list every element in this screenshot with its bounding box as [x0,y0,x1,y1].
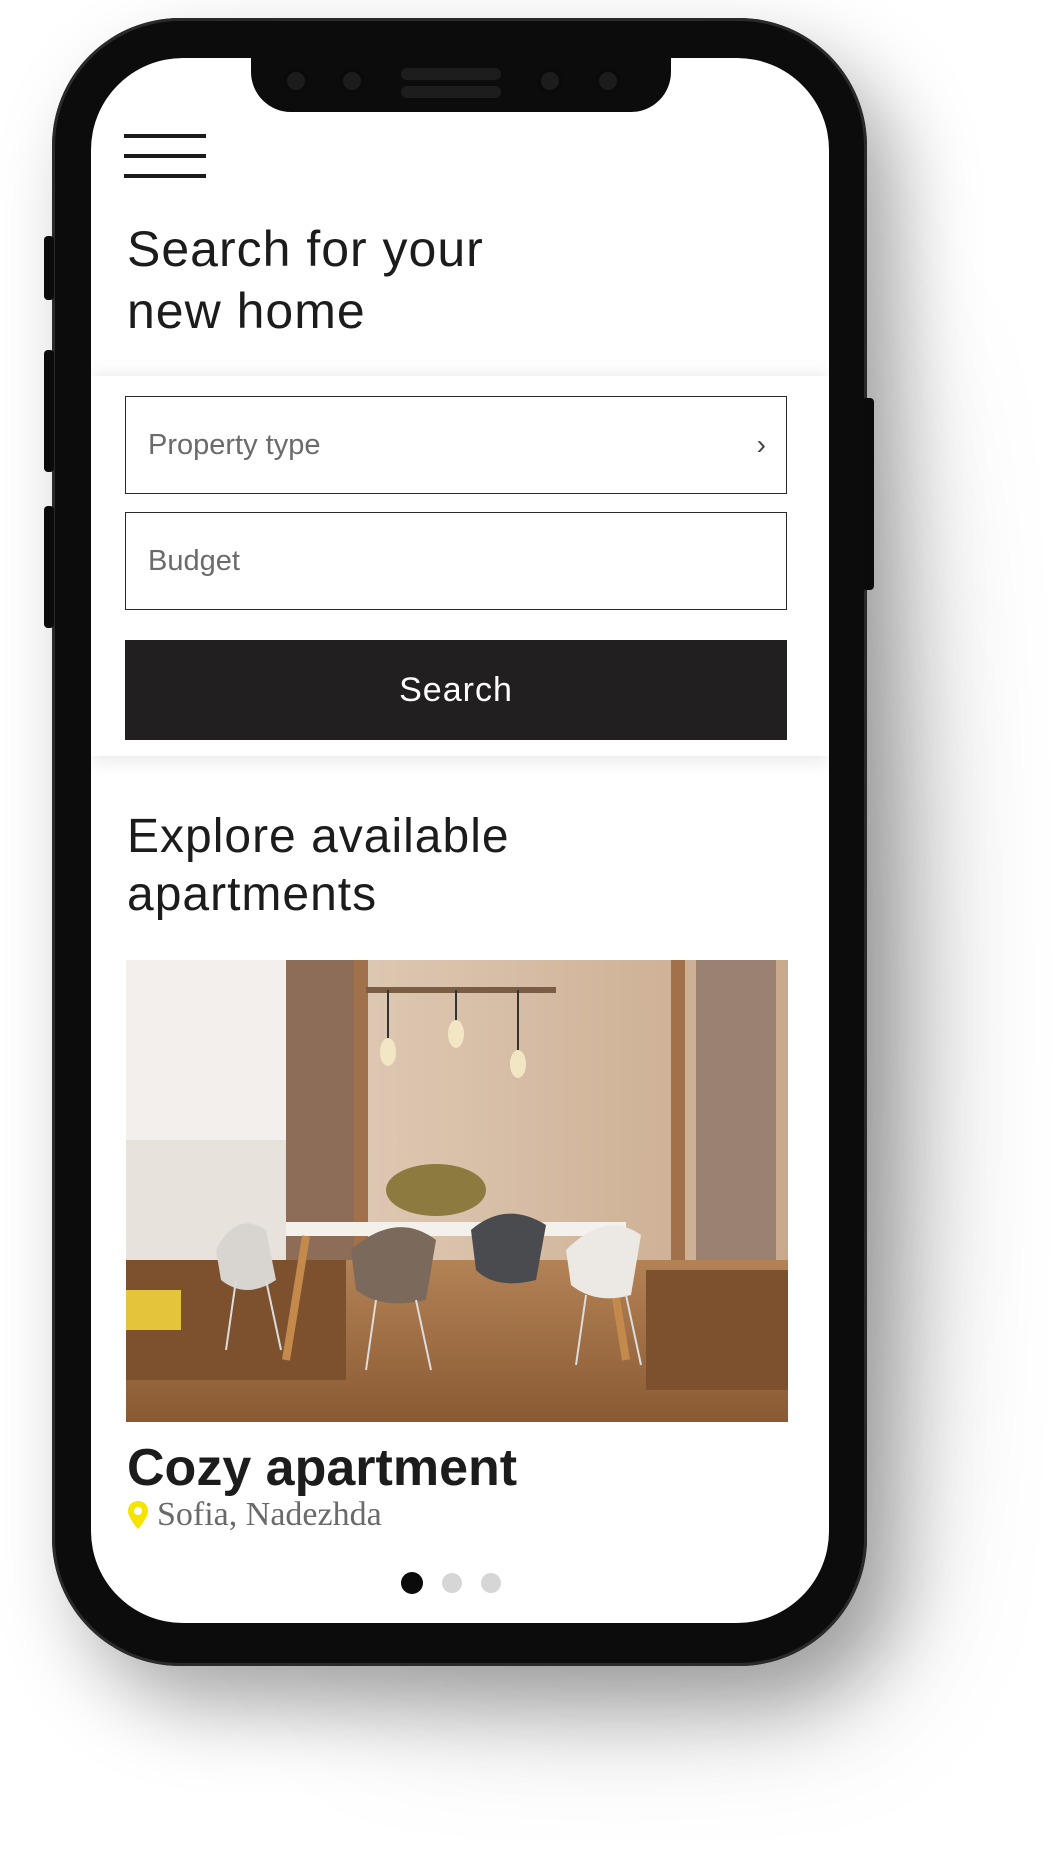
listing-title[interactable]: Cozy apartment [127,1438,517,1498]
explore-title-line-2: apartments [127,868,378,921]
budget-input[interactable]: Budget [125,512,787,610]
chevron-right-icon: › [756,429,766,460]
listing-location-text: Sofia, Nadezhda [157,1496,382,1533]
phone-side-button-mute [44,236,54,300]
phone-side-button-volume-up [44,350,54,472]
phone-notch [251,58,671,112]
property-type-select[interactable]: Property type › [125,396,787,494]
budget-placeholder: Budget [148,545,240,577]
carousel-dot-3[interactable] [481,1573,501,1593]
page-title-line-1: Search for your [127,221,484,277]
earpiece-speaker [401,68,501,80]
property-type-placeholder: Property type [148,429,321,461]
search-button[interactable]: Search [125,640,787,740]
page-title: Search for your new home [127,218,687,342]
front-sensor-icon [283,68,309,94]
carousel-dot-1[interactable] [401,1572,423,1594]
hamburger-menu-icon[interactable] [124,134,206,180]
proximity-sensor-icon [537,68,563,94]
front-camera-icon [339,68,365,94]
carousel-dot-2[interactable] [442,1573,462,1593]
phone-side-button-volume-down [44,506,54,628]
location-pin-icon [128,1501,148,1529]
section-title-explore: Explore available apartments [127,808,687,924]
page-title-line-2: new home [127,283,366,339]
earpiece-speaker-lower [401,86,501,98]
dot-projector-icon [595,68,621,94]
listing-location: Sofia, Nadezhda [127,1496,382,1534]
apartment-photo-illustration [126,960,788,1422]
explore-title-line-1: Explore available [127,810,510,863]
app-screen: Search for your new home Property type ›… [91,58,829,1623]
phone-side-button-power [862,398,874,590]
apartment-photo[interactable] [126,960,788,1422]
carousel-pagination [401,1572,501,1594]
